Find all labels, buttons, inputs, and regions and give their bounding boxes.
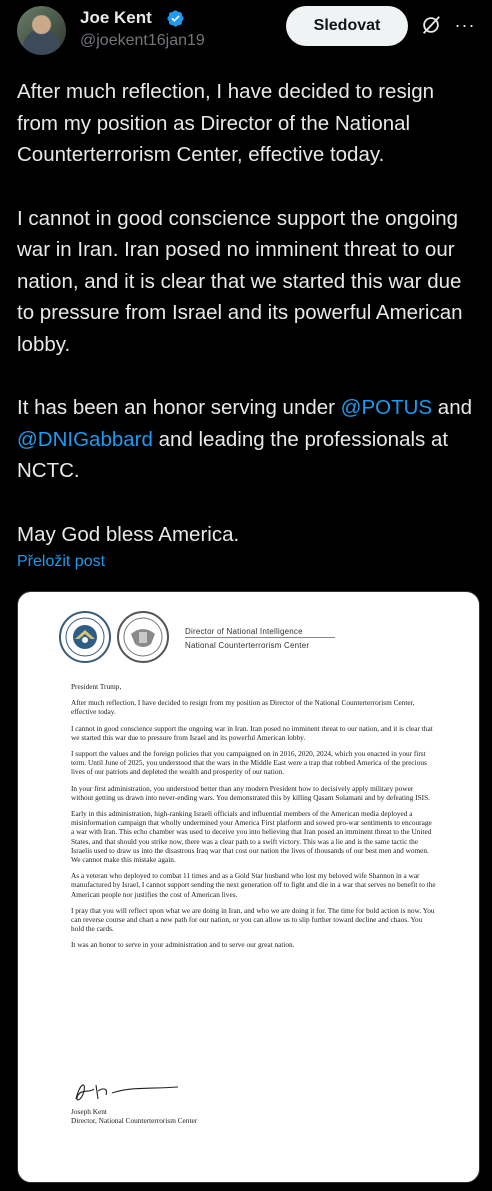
letterhead-title: Director of National Intelligence bbox=[185, 627, 303, 636]
post-paragraph: I cannot in good conscience support the … bbox=[17, 206, 463, 356]
letter-paragraph: I pray that you will reflect upon what w… bbox=[71, 905, 435, 934]
letter-paragraph: In your first administration, you unders… bbox=[71, 783, 430, 802]
attached-image[interactable]: Director of National Intelligence Nation… bbox=[17, 591, 480, 1183]
author-handle[interactable]: @joekent16jan19 bbox=[80, 32, 205, 50]
post-text-segment: and bbox=[432, 396, 473, 419]
post-text-segment: It has been an honor serving under bbox=[17, 396, 341, 419]
post-paragraph: After much reflection, I have decided to… bbox=[17, 80, 435, 166]
letter-paragraph: After much reflection, I have decided to… bbox=[71, 698, 415, 717]
more-options-icon[interactable]: ··· bbox=[454, 14, 476, 36]
letter-salutation: President Trump, bbox=[71, 682, 122, 691]
letter-body: President Trump, After much reflection, … bbox=[71, 682, 436, 957]
grok-icon[interactable] bbox=[420, 14, 442, 36]
verified-badge-icon bbox=[167, 10, 184, 27]
letter-paragraph: I cannot in good conscience support the … bbox=[71, 723, 433, 742]
mention-dnigabbard-link[interactable]: @DNIGabbard bbox=[17, 428, 153, 451]
post-paragraph: It has been an honor serving under @POTU… bbox=[17, 392, 479, 487]
post-body: After much reflection, I have decided to… bbox=[17, 76, 479, 550]
letterhead-subtitle: National Counterterrorism Center bbox=[185, 641, 310, 650]
signer-name: Joseph Kent bbox=[71, 1107, 107, 1116]
follow-button[interactable]: Sledovat bbox=[286, 6, 408, 46]
odni-seal-icon bbox=[59, 611, 111, 663]
post-paragraph: May God bless America. bbox=[17, 522, 240, 546]
signer-title: Director, National Counterterrorism Cent… bbox=[71, 1116, 198, 1125]
resignation-letter: Director of National Intelligence Nation… bbox=[18, 592, 479, 1182]
signature-block: Joseph Kent Director, National Counterte… bbox=[71, 1107, 197, 1125]
post-header: Joe Kent @joekent16jan19 Sledovat ··· bbox=[0, 0, 492, 62]
translate-post-link[interactable]: Přeložit post bbox=[17, 553, 105, 571]
letter-paragraph: I support the values and the foreign pol… bbox=[71, 749, 427, 777]
letter-paragraph: As a veteran who deployed to combat 11 t… bbox=[71, 871, 436, 899]
letterhead-divider bbox=[185, 637, 335, 638]
avatar[interactable] bbox=[17, 6, 66, 55]
nctc-seal-icon bbox=[117, 611, 169, 663]
author-name[interactable]: Joe Kent bbox=[80, 8, 152, 28]
handwritten-signature bbox=[75, 1084, 179, 1101]
letter-paragraph: It was an honor to serve in your adminis… bbox=[71, 940, 295, 950]
letter-paragraph: Early in this administration, high-ranki… bbox=[71, 809, 432, 865]
mention-potus-link[interactable]: @POTUS bbox=[341, 396, 432, 419]
